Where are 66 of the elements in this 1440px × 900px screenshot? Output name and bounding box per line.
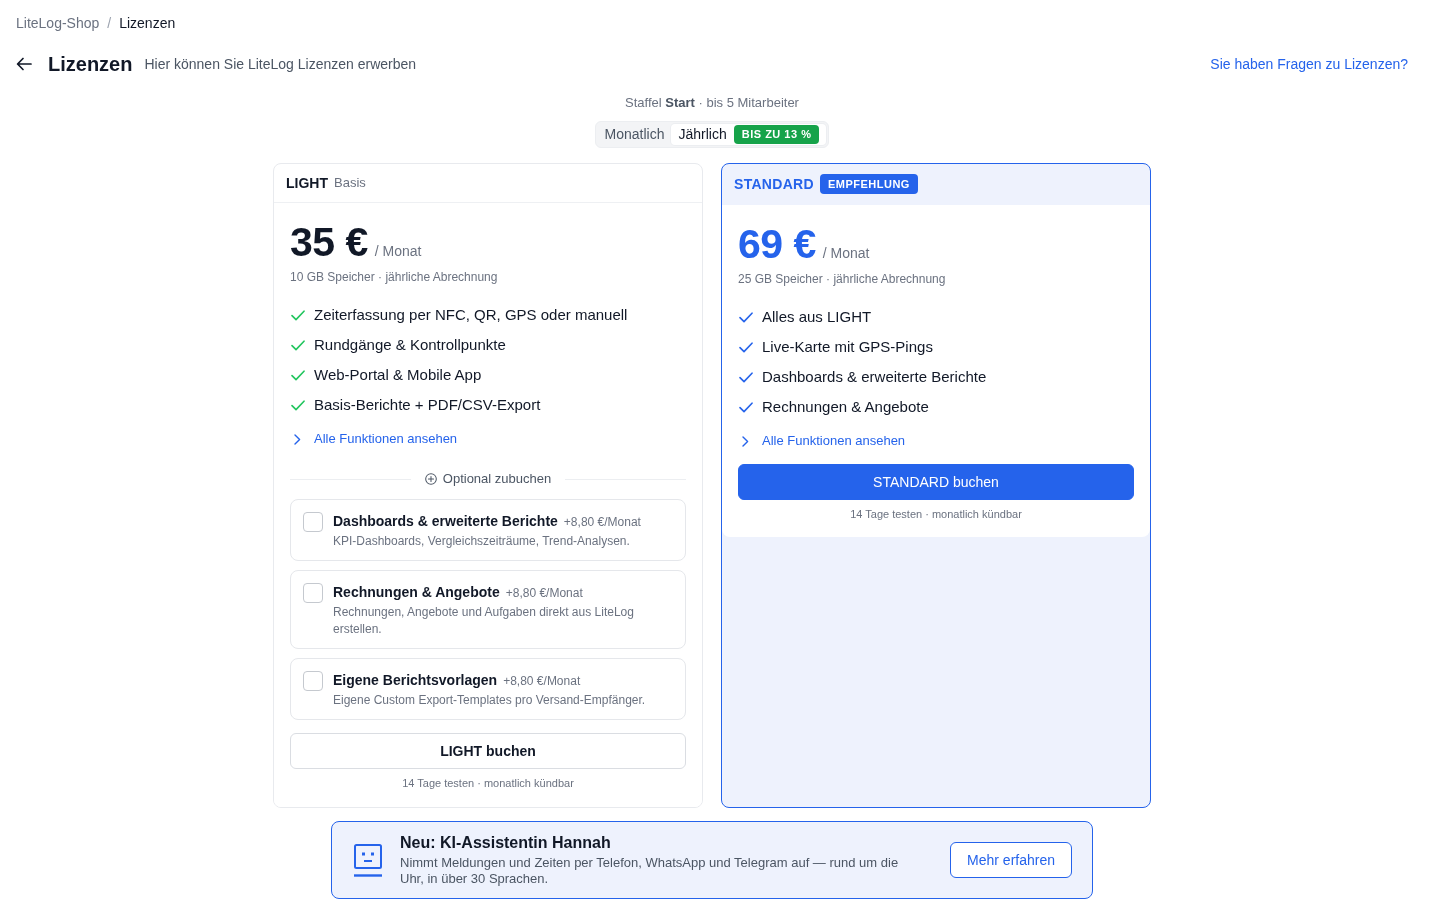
check-icon — [291, 399, 305, 411]
addon-title: Eigene Berichtsvorlagen — [333, 671, 498, 690]
all-features-link[interactable]: Alle Funktionen ansehen — [314, 430, 458, 448]
check-icon — [291, 369, 305, 381]
banner-description: Nimmt Meldungen und Zeiten per Telefon, WhatsApp und Telegram auf — rund um die Uhr, in über 30 Sprachen. — [400, 855, 900, 887]
robot-icon — [354, 843, 382, 877]
page-title: Lizenzen — [48, 52, 133, 77]
feature-text: Web-Portal & Mobile App — [314, 364, 482, 385]
feature-text: Dashboards & erweiterte Berichte — [762, 366, 987, 387]
page-subtitle: Hier können Sie LiteLog Lizenzen erwerben — [144, 54, 417, 74]
check-icon — [739, 401, 753, 413]
check-icon — [739, 371, 753, 383]
plus-circle-icon — [424, 473, 437, 485]
addon-card[interactable]: Rechnungen & Angebote +8,80 €/Monat Rechnungen, Angebote und Aufgaben direkt aus LiteLog erstellen. — [290, 570, 686, 649]
check-icon — [291, 339, 305, 351]
plan-details: 10 GB Speicher · jährliche Abrechnung — [290, 269, 499, 285]
breadcrumb-link[interactable]: LiteLog-Shop — [16, 13, 100, 33]
back-arrow-icon[interactable] — [16, 57, 32, 71]
checkbox[interactable] — [303, 512, 323, 532]
addon-title: Rechnungen & Angebote — [333, 583, 500, 602]
all-features-link[interactable]: Alle Funktionen ansehen — [762, 432, 906, 450]
check-icon — [739, 311, 753, 323]
price-period: / Monat — [374, 242, 422, 261]
price-period: / Monat — [822, 244, 870, 263]
addon-price: +8,80 €/Monat — [503, 673, 581, 690]
book-button[interactable]: LIGHT buchen — [290, 733, 686, 769]
addons-heading: Optional zubuchen — [442, 470, 552, 488]
addon-price: +8,80 €/Monat — [505, 585, 583, 602]
tier-info-text: Staffel Start · bis 5 Mitarbeiter — [624, 94, 800, 112]
plan-tag: Basis — [334, 174, 366, 192]
checkbox[interactable] — [303, 583, 323, 603]
plan-name: STANDARD — [734, 175, 814, 193]
plan-price: 35 € — [290, 219, 368, 265]
chevron-right-icon — [294, 433, 301, 445]
chevron-right-icon — [742, 435, 749, 447]
feature-text: Alles aus LIGHT — [762, 306, 872, 327]
addon-description: KPI-Dashboards, Vergleichszeiträume, Trend-Analysen. — [333, 533, 631, 550]
feature-text: Zeiterfassung per NFC, QR, GPS oder manuell — [314, 304, 628, 325]
plan-details: 25 GB Speicher · jährliche Abrechnung — [738, 271, 947, 287]
billing-option[interactable]: Monatlich — [597, 124, 672, 145]
trial-note: 14 Tage testen · monatlich kündbar — [849, 507, 1023, 522]
trial-note: 14 Tage testen · monatlich kündbar — [401, 776, 575, 791]
learn-more-button[interactable]: Mehr erfahren — [950, 842, 1072, 878]
addon-description: Rechnungen, Angebote und Aufgaben direkt aus LiteLog erstellen. — [333, 604, 635, 638]
addon-card[interactable]: Dashboards & erweiterte Berichte +8,80 €/Monat KPI-Dashboards, Vergleichszeiträume, Trend-Analysen. — [290, 499, 686, 561]
plan-name: LIGHT — [286, 174, 328, 192]
addon-title: Dashboards & erweiterte Berichte — [333, 512, 558, 531]
recommendation-badge: EMPFEHLUNG — [819, 174, 918, 194]
check-icon — [739, 341, 753, 353]
breadcrumb-current: Lizenzen — [119, 14, 176, 33]
checkbox[interactable] — [303, 671, 323, 691]
discount-badge: BIS ZU 13 % — [733, 125, 820, 144]
feature-text: Rundgänge & Kontrollpunkte — [314, 334, 506, 355]
feature-text: Basis-Berichte + PDF/CSV-Export — [314, 394, 541, 415]
breadcrumb-separator: / — [107, 14, 112, 33]
addon-description: Eigene Custom Export-Templates pro Versand-Empfänger. — [333, 692, 646, 709]
feature-text: Live-Karte mit GPS-Pings — [762, 336, 933, 357]
addon-price: +8,80 €/Monat — [563, 514, 641, 531]
banner-title: Neu: KI-Assistentin Hannah — [400, 833, 612, 853]
help-link[interactable]: Sie haben Fragen zu Lizenzen? — [1210, 53, 1408, 75]
feature-text: Rechnungen & Angebote — [762, 396, 929, 417]
addon-card[interactable]: Eigene Berichtsvorlagen +8,80 €/Monat Eigene Custom Export-Templates pro Versand-Empfänger. — [290, 658, 686, 720]
check-icon — [291, 309, 305, 321]
book-button[interactable]: STANDARD buchen — [738, 464, 1134, 500]
plan-price: 69 € — [738, 221, 816, 267]
billing-option[interactable]: Jährlich BIS ZU 13 % — [671, 124, 827, 145]
